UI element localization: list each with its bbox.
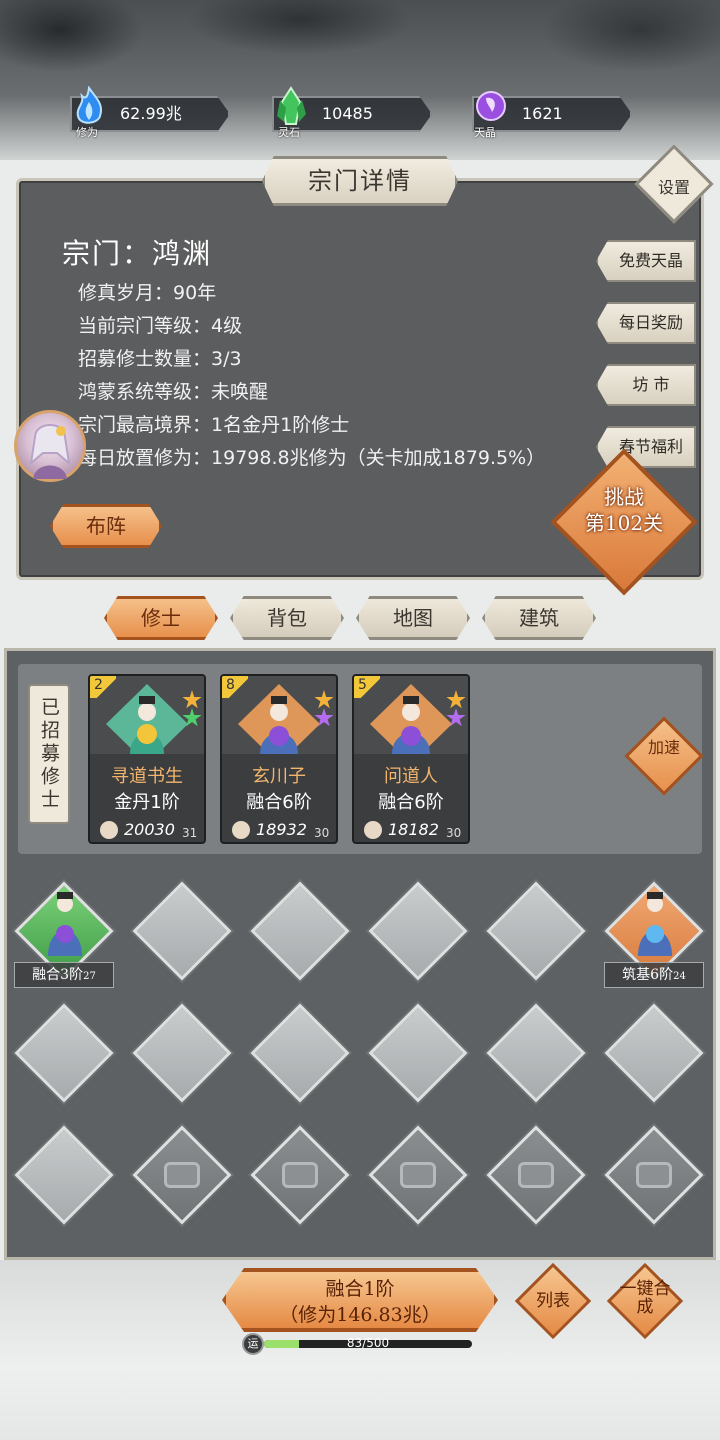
card-realm: 融合6阶 [246,792,312,813]
info-label: 修真岁月： [78,282,174,304]
disciple-card[interactable]: 2 寻道书生 金丹1阶 20030 31 [88,674,206,844]
info-label: 招募修士数量： [78,348,212,370]
info-recruit-count: 招募修士数量：3/3 [78,344,242,371]
info-highest-realm: 宗门最高境界：1名金丹1阶修士 [78,410,349,437]
panel-title: 宗门详情 [262,156,458,206]
tab-disciples[interactable]: 修士 [104,596,218,640]
lock-icon [518,1162,554,1188]
info-hongmeng-level: 鸿蒙系统等级：未唤醒 [78,377,268,404]
card-level: 2 [90,676,116,698]
resource-spirit-stone-caption: 灵石 [278,126,300,139]
luck-icon: 运 [242,1333,264,1355]
lock-icon [636,1162,672,1188]
lock-icon [164,1162,200,1188]
challenge-line-2: 第102关 [584,511,664,535]
green-crystal-icon [277,86,306,125]
resource-heaven-crystal-value: 1621 [522,104,563,123]
card-realm: 融合6阶 [378,792,444,813]
slot-age: 27 [83,971,96,982]
merge-line-2: （修为146.83兆） [279,1304,441,1326]
daily-reward-button[interactable]: 每日奖励 [596,302,696,344]
info-value: 3/3 [211,348,242,370]
challenge-line-1: 挑战 [604,485,644,509]
auto-merge-label[interactable]: 一键合成 [618,1280,672,1316]
info-cultivation-years: 修真岁月：90年 [78,278,216,305]
market-button[interactable]: 坊 市 [596,364,696,406]
slot-label: 融合3阶27 [14,962,114,988]
card-age: 31 [182,826,198,840]
lock-icon [282,1162,318,1188]
avatar-portrait-icon [29,424,71,479]
free-crystal-button[interactable]: 免费天晶 [596,240,696,282]
card-name: 玄川子 [252,766,306,787]
card-power: 18932 [256,820,307,839]
disciple-figure-icon [48,892,82,956]
formation-button[interactable]: 布阵 [50,504,162,548]
info-sect-level: 当前宗门等级：4级 [78,311,242,338]
speedup-label[interactable]: 加速 [636,740,692,756]
recruited-tag: 已招募修士 [28,684,70,824]
power-icon [364,821,382,839]
info-label: 每日放置修为： [78,447,212,469]
card-power: 20030 [124,820,175,839]
resource-spirit-stone-value: 10485 [322,104,373,123]
info-label: 宗门最高境界： [78,414,212,436]
info-daily-idle: 每日放置修为：19798.8兆修为（关卡加成1879.5%） [78,443,545,470]
slot-realm: 筑基6阶 [622,967,674,983]
card-age: 30 [314,826,330,840]
disciple-card[interactable]: 5 问道人 融合6阶 18182 30 [352,674,470,844]
info-label: 当前宗门等级： [78,315,212,337]
card-realm: 金丹1阶 [114,792,180,813]
challenge-label[interactable]: 挑战 第102关 [572,484,676,536]
info-value: 90年 [173,282,217,304]
slot-age: 24 [673,971,686,982]
info-label: 鸿蒙系统等级： [78,381,212,403]
tab-bag[interactable]: 背包 [230,596,344,640]
disciple-card[interactable]: 8 玄川子 融合6阶 18932 30 [220,674,338,844]
sect-name: 宗门：鸿渊 [62,237,213,270]
disciple-figure-icon [638,892,672,956]
lock-icon [400,1162,436,1188]
resource-cultivation-caption: 修为 [76,126,98,139]
luck-progress-text: 83/500 [346,1336,390,1350]
card-name: 寻道书生 [111,766,183,787]
info-value: 4级 [211,315,243,337]
card-age: 30 [446,826,462,840]
ink-tree-decoration [0,0,720,160]
resource-heaven-crystal-caption: 天晶 [474,126,496,139]
info-value: 1名金丹1阶修士 [211,414,350,436]
settings-button[interactable]: 设置 [646,174,702,198]
avatar[interactable] [14,410,86,482]
power-icon [100,821,118,839]
blue-flame-icon [76,86,102,124]
card-level: 5 [354,676,380,698]
slot-realm: 融合3阶 [32,967,84,983]
tab-map[interactable]: 地图 [356,596,470,640]
card-name: 问道人 [384,766,438,787]
merge-button[interactable]: 融合1阶 （修为146.83兆） [222,1268,498,1332]
tab-buildings[interactable]: 建筑 [482,596,596,640]
info-value: 未唤醒 [211,381,269,403]
purple-gem-icon [476,91,506,121]
card-level: 8 [222,676,248,698]
merge-line-1: 融合1阶 [325,1278,395,1300]
list-label[interactable]: 列表 [526,1292,580,1310]
resource-cultivation-value: 62.99兆 [120,104,182,123]
card-power: 18182 [388,820,439,839]
slot-label: 筑基6阶24 [604,962,704,988]
power-icon [232,821,250,839]
info-value: 19798.8兆修为（关卡加成1879.5%） [211,447,546,469]
